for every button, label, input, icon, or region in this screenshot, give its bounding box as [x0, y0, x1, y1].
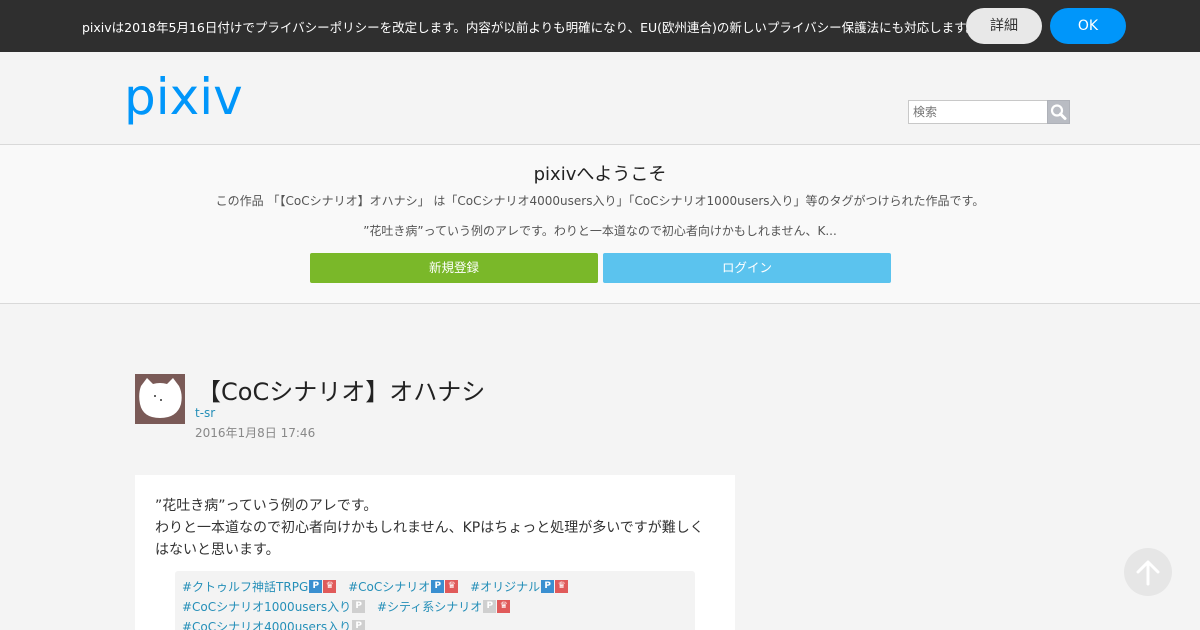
pixpedia-icon[interactable]: P: [309, 580, 323, 593]
caption-line: わりと一本道なので初心者向けかもしれません、KPはちょっと処理が多いですが難しく: [155, 520, 704, 536]
privacy-ok-button[interactable]: OK: [1050, 8, 1126, 44]
signup-button[interactable]: 新規登録: [310, 253, 598, 283]
tag-link[interactable]: #オリジナル P ♛: [470, 578, 569, 595]
scroll-top-button[interactable]: [1124, 548, 1172, 596]
arrow-up-icon: [1136, 560, 1160, 586]
pixpedia-icon[interactable]: P: [431, 580, 445, 593]
post-date: 2016年1月8日 17:46: [195, 426, 316, 440]
privacy-notice-text: pixivは2018年5月16日付けでプライバシーポリシーを改定します。内容が以…: [82, 20, 978, 35]
caption-line: はないと思います。: [155, 542, 280, 558]
dictionary-icon[interactable]: ♛: [497, 600, 511, 613]
tag-link[interactable]: #CoCシナリオ P ♛: [348, 578, 459, 595]
search-input[interactable]: [908, 100, 1048, 124]
caption-line: ”花吐き病”っていう例のアレです。: [155, 498, 378, 514]
tag-row: #CoCシナリオ4000users入り P: [182, 618, 373, 630]
search-icon: [1050, 104, 1067, 120]
author-avatar[interactable]: [135, 374, 185, 424]
tag-link[interactable]: #CoCシナリオ4000users入り P: [182, 618, 366, 630]
tag-link[interactable]: #シティ系シナリオ P ♛: [377, 598, 511, 615]
pixpedia-icon[interactable]: P: [483, 600, 497, 613]
welcome-title: pixivへようこそ: [533, 164, 667, 185]
search-button[interactable]: [1047, 100, 1070, 124]
dictionary-icon[interactable]: ♛: [555, 580, 569, 593]
welcome-excerpt: ”花吐き病”っていう例のアレです。わりと一本道なので初心者向けかもしれません、K…: [363, 224, 837, 238]
dictionary-icon[interactable]: ♛: [323, 580, 337, 593]
tag-link[interactable]: #クトゥルフ神話TRPG P ♛: [182, 578, 337, 595]
work-title: 【CoCシナリオ】オハナシ: [197, 378, 486, 406]
search-form: [908, 100, 1070, 124]
cat-avatar-icon: [139, 378, 182, 418]
welcome-description: この作品 「【CoCシナリオ】オハナシ」 は「CoCシナリオ4000users入…: [215, 194, 985, 208]
pixiv-logo-text: pixiv: [124, 70, 243, 126]
tag-row: #クトゥルフ神話TRPG P ♛ #CoCシナリオ P ♛ #オリジナル P ♛: [182, 578, 576, 595]
tag-row: #CoCシナリオ1000users入り P #シティ系シナリオ P ♛: [182, 598, 518, 615]
pixpedia-icon[interactable]: P: [352, 620, 366, 630]
pixiv-logo[interactable]: pixiv: [124, 70, 252, 126]
author-name-link[interactable]: t-sr: [195, 406, 215, 420]
pixpedia-icon[interactable]: P: [541, 580, 555, 593]
tag-link[interactable]: #CoCシナリオ1000users入り P: [182, 598, 366, 615]
pixpedia-icon[interactable]: P: [352, 600, 366, 613]
privacy-detail-button[interactable]: 詳細: [966, 8, 1042, 44]
login-button[interactable]: ログイン: [603, 253, 891, 283]
dictionary-icon[interactable]: ♛: [445, 580, 459, 593]
privacy-notice-bar: pixivは2018年5月16日付けでプライバシーポリシーを改定します。内容が以…: [0, 0, 1200, 52]
